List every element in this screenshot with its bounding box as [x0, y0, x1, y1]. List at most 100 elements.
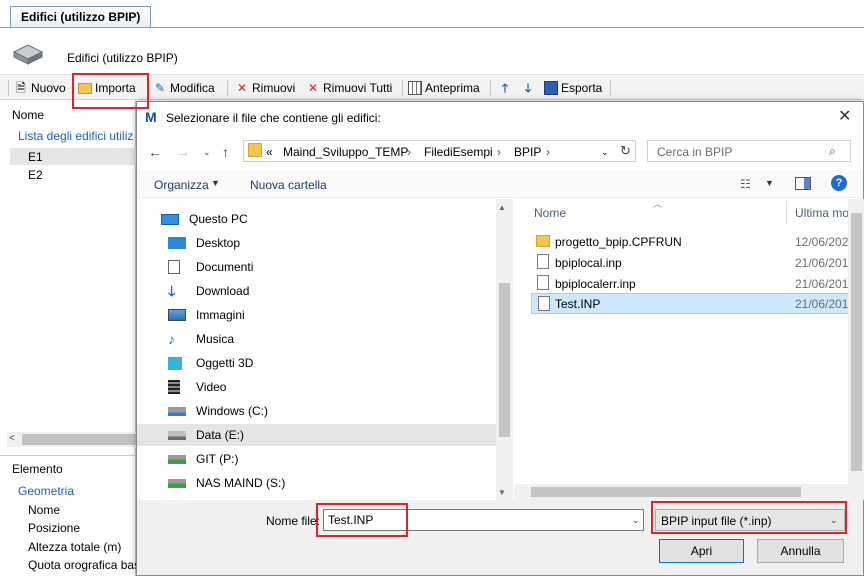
module-title: Edifici (utilizzo BPIP): [67, 51, 178, 65]
tree-item-label: Oggetti 3D: [196, 356, 254, 370]
tree-item-label: Documenti: [196, 260, 254, 274]
toolbar-separator: [8, 80, 9, 96]
preview-grid-icon: [408, 81, 422, 95]
list-item[interactable]: E2: [28, 168, 43, 182]
breadcrumb-item[interactable]: Maind_Sviluppo_TEMP: [283, 145, 408, 159]
cancel-button[interactable]: Annulla: [757, 539, 844, 563]
tab-edifici[interactable]: Edifici (utilizzo BPIP): [10, 6, 152, 28]
tree-item-immagini[interactable]: Immagini: [168, 304, 496, 326]
nuovo-button[interactable]: 🗎 Nuovo: [14, 79, 66, 97]
arrow-down-icon: 🡓: [524, 81, 532, 95]
tree-item-label: NAS MAIND (S:): [196, 476, 286, 490]
tree-item-git-p[interactable]: GIT (P:): [168, 448, 496, 470]
breadcrumb-overflow[interactable]: «: [266, 145, 273, 159]
help-icon[interactable]: ?: [831, 175, 847, 191]
music-icon: ♪: [168, 331, 175, 347]
download-icon: 🡓: [168, 283, 176, 299]
tree-item-nas-maind-s[interactable]: NAS MAIND (S:): [168, 472, 496, 494]
search-icon[interactable]: ⌕: [829, 144, 836, 159]
anteprima-label: Anteprima: [425, 81, 480, 95]
address-dropdown-icon[interactable]: ⌄: [601, 147, 609, 158]
breadcrumb-separator-icon[interactable]: ›: [546, 145, 550, 159]
file-icon: [537, 275, 549, 290]
property-label: Altezza totale (m): [28, 540, 122, 554]
file-icon: [537, 254, 549, 269]
tree-item-download[interactable]: 🡓 Download: [168, 280, 496, 302]
move-down-button[interactable]: 🡓: [521, 79, 535, 97]
rimuovi-label: Rimuovi: [252, 81, 296, 95]
file-row[interactable]: progetto_bpip.CPFRUN 12/06/2023 1: [531, 231, 864, 252]
tree-item-label: Data (E:): [196, 428, 245, 442]
column-divider[interactable]: [786, 201, 787, 225]
folder-icon: [536, 235, 550, 247]
file-list-hscrollbar-thumb[interactable]: [531, 487, 801, 497]
organizza-button[interactable]: Organizza: [154, 178, 209, 192]
rimuovi-tutti-label: Rimuovi Tutti: [323, 81, 393, 95]
organizza-dropdown-icon[interactable]: ▼: [211, 178, 220, 188]
file-row[interactable]: bpiplocal.inp 21/06/2019 1: [531, 252, 864, 273]
file-row-selected[interactable]: Test.INP 21/06/2019 1: [531, 293, 864, 314]
recent-locations-chevron-icon[interactable]: ⌄: [203, 147, 211, 158]
properties-header: Elemento: [12, 462, 63, 476]
highlight-importa: [72, 73, 149, 109]
tree-item-windows-c[interactable]: Windows (C:): [168, 400, 496, 422]
highlight-filename: [316, 503, 408, 537]
forward-icon[interactable]: →: [176, 144, 190, 160]
video-icon: [168, 380, 180, 394]
refresh-icon[interactable]: ↻: [620, 143, 631, 159]
list-column-header[interactable]: Nome: [12, 108, 44, 122]
nuova-cartella-button[interactable]: Nuova cartella: [250, 178, 327, 192]
breadcrumb-separator-icon[interactable]: ›: [497, 145, 501, 159]
rimuovi-button[interactable]: ✕ Rimuovi: [235, 79, 295, 97]
esporta-label: Esporta: [561, 81, 603, 95]
rimuovi-tutti-button[interactable]: ✕ Rimuovi Tutti: [306, 79, 392, 97]
view-dropdown-icon[interactable]: ▼: [765, 178, 774, 188]
scroll-left-icon[interactable]: <: [9, 433, 15, 444]
remove-icon: ✕: [236, 81, 248, 95]
tree-item-label: Windows (C:): [196, 404, 269, 418]
scroll-down-icon[interactable]: ▼: [498, 488, 506, 497]
save-disk-icon: [544, 81, 558, 95]
modifica-button[interactable]: ✎ Modifica: [153, 79, 215, 97]
preview-pane-icon-fill: [804, 178, 810, 189]
open-button[interactable]: Apri: [659, 539, 744, 563]
move-up-button[interactable]: 🡑: [498, 79, 512, 97]
highlight-filter: [651, 501, 847, 534]
buildings-module-icon: [12, 44, 44, 65]
tree-item-desktop[interactable]: Desktop: [168, 232, 496, 254]
scroll-up-icon[interactable]: ▲: [498, 203, 506, 212]
nuovo-label: Nuovo: [31, 81, 66, 95]
breadcrumb-item[interactable]: FilediEsempi: [424, 145, 493, 159]
breadcrumb-separator-icon[interactable]: ›: [407, 145, 411, 159]
tree-item-musica[interactable]: ♪ Musica: [168, 328, 496, 350]
properties-group: Geometria: [18, 484, 75, 498]
toolbar-separator: [227, 80, 228, 96]
breadcrumb-item[interactable]: BPIP: [514, 145, 541, 159]
new-document-icon: 🗎: [16, 81, 26, 95]
view-options-icon[interactable]: ☷: [740, 177, 751, 191]
navigation-scrollbar-thumb[interactable]: [499, 283, 510, 437]
up-folder-icon[interactable]: ↑: [222, 144, 229, 160]
back-icon[interactable]: ←: [148, 144, 162, 160]
network-drive-icon: [168, 478, 186, 488]
list-item[interactable]: E1: [28, 150, 43, 164]
property-label: Posizione: [28, 521, 81, 535]
command-bar: [137, 170, 863, 198]
tree-item-video[interactable]: Video: [168, 376, 496, 398]
list-group-header: Lista degli edifici utiliz: [18, 129, 134, 143]
file-list-scrollbar-thumb[interactable]: [851, 213, 862, 471]
close-icon[interactable]: ✕: [838, 106, 851, 126]
filename-dropdown-icon[interactable]: ⌄: [632, 515, 640, 526]
tree-item-data-e[interactable]: Data (E:): [137, 424, 496, 446]
tree-item-oggetti-3d[interactable]: Oggetti 3D: [168, 352, 496, 374]
anteprima-button[interactable]: Anteprima: [408, 79, 480, 97]
tree-item-label: Desktop: [196, 236, 241, 250]
list-scrollbar-thumb[interactable]: [22, 434, 136, 445]
file-row[interactable]: bpiplocalerr.inp 21/06/2019 1: [531, 273, 864, 294]
column-header-name[interactable]: Nome: [534, 206, 566, 220]
tree-item-label: Immagini: [196, 308, 245, 322]
drive-icon: [168, 406, 186, 416]
tree-item-questo-pc[interactable]: Questo PC: [161, 208, 496, 230]
tree-item-documenti[interactable]: Documenti: [168, 256, 496, 278]
esporta-button[interactable]: Esporta: [544, 79, 602, 97]
